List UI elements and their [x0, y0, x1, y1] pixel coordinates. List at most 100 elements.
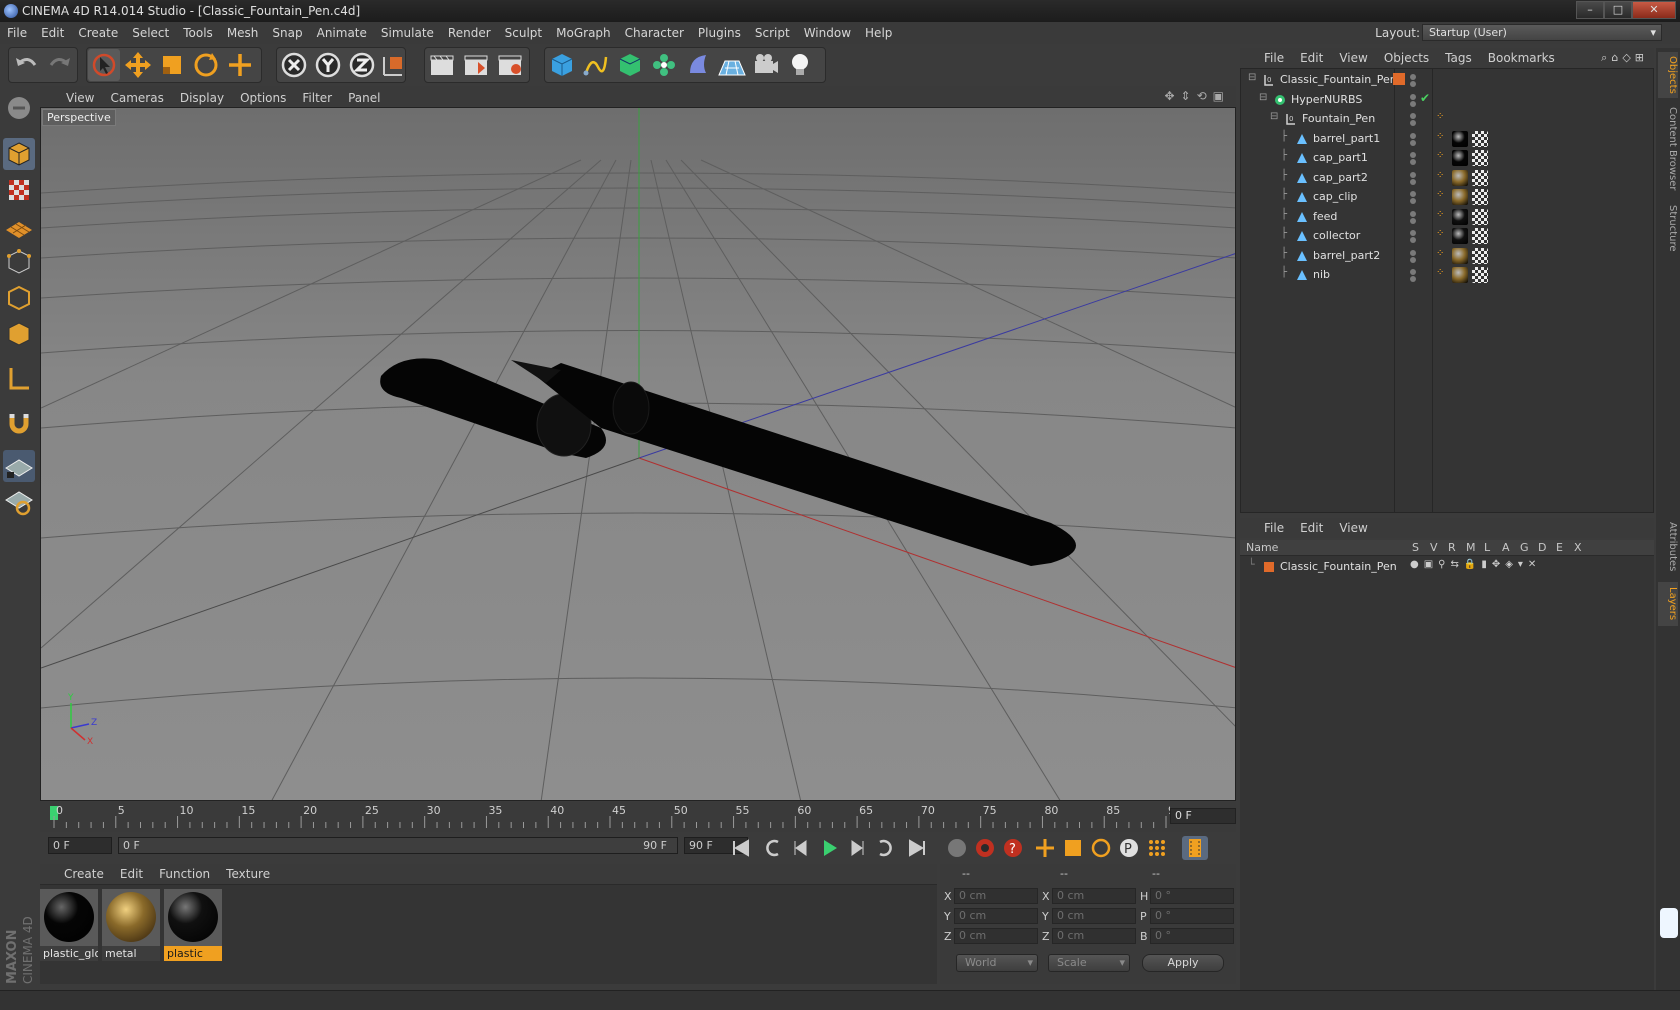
position-y-field[interactable]: 0 cm — [954, 908, 1038, 924]
material-tag-icon[interactable] — [1452, 267, 1468, 283]
add-light-button[interactable] — [784, 49, 816, 81]
previous-key-button[interactable] — [760, 836, 786, 860]
previous-frame-button[interactable] — [788, 836, 814, 860]
viewport-menu-view[interactable]: View — [58, 88, 102, 108]
menu-window[interactable]: Window — [797, 22, 858, 44]
layer-color-swatch[interactable] — [1264, 562, 1274, 572]
record-keys-button[interactable] — [944, 836, 970, 860]
editor-visibility-dot[interactable] — [1410, 132, 1416, 139]
minimize-button[interactable]: – — [1576, 1, 1604, 19]
editor-visibility-dot[interactable] — [1410, 93, 1416, 100]
object-menu-bookmarks[interactable]: Bookmarks — [1480, 48, 1563, 68]
coordinate-mode-select[interactable]: World ▾ — [956, 954, 1038, 972]
render-visibility-dot[interactable] — [1410, 217, 1416, 224]
editor-visibility-dot[interactable] — [1410, 230, 1416, 236]
object-row[interactable]: ⊟ 0 Fountain_Pen ⁘ — [1240, 109, 1652, 129]
menu-character[interactable]: Character — [618, 22, 691, 44]
size-y-field[interactable]: 0 cm — [1052, 908, 1136, 924]
axis-mode-button[interactable] — [3, 362, 35, 394]
close-button[interactable]: ✕ — [1632, 1, 1676, 19]
menu-create[interactable]: Create — [71, 22, 125, 44]
layer-menu-view[interactable]: View — [1331, 518, 1375, 538]
phong-tag-icon[interactable]: ⁘ — [1436, 228, 1444, 239]
uvw-tag-icon[interactable] — [1472, 189, 1488, 205]
snap-button[interactable] — [3, 406, 35, 438]
menu-snap[interactable]: Snap — [265, 22, 309, 44]
scale-tool-button[interactable] — [156, 49, 188, 81]
object-manager-search-icons[interactable]: ⌕⌂◇⊞ — [1601, 48, 1648, 68]
object-menu-edit[interactable]: Edit — [1292, 48, 1331, 68]
object-row[interactable]: ├ nib ⁘ — [1240, 265, 1652, 285]
tab-layers[interactable]: Layers — [1658, 582, 1678, 626]
autokey-button[interactable] — [972, 836, 998, 860]
uvw-tag-icon[interactable] — [1472, 169, 1488, 186]
keyframe-selection-button[interactable]: ? — [1000, 836, 1026, 860]
material-tag-icon[interactable] — [1452, 150, 1468, 166]
uvw-tag-icon[interactable] — [1472, 130, 1488, 147]
layer-color-swatch[interactable] — [1393, 73, 1405, 85]
object-row[interactable]: ├ collector ⁘ — [1240, 226, 1652, 246]
rotation-h-field[interactable]: 0 ° — [1150, 888, 1234, 904]
apply-button[interactable]: Apply — [1142, 954, 1224, 972]
material-tag-icon[interactable] — [1452, 247, 1468, 264]
viewport-menu-cameras[interactable]: Cameras — [102, 88, 171, 108]
lock-workplane-button[interactable] — [3, 450, 35, 482]
render-visibility-dot[interactable] — [1410, 81, 1416, 87]
live-selection-button[interactable] — [88, 49, 120, 81]
position-x-field[interactable]: 0 cm — [954, 888, 1038, 904]
next-frame-button[interactable] — [844, 836, 870, 860]
material-swatch-selected[interactable]: plastic — [164, 889, 222, 961]
phong-tag-icon[interactable]: ⁘ — [1436, 267, 1444, 278]
editor-visibility-dot[interactable] — [1410, 191, 1416, 197]
render-visibility-dot[interactable] — [1410, 139, 1416, 146]
layer-row[interactable]: └ Classic_Fountain_Pen ●▣⚲⇆🔒▮✥◈▾✕ — [1240, 558, 1654, 576]
menu-file[interactable]: File — [0, 22, 34, 44]
key-position-button[interactable] — [1032, 836, 1058, 860]
rotate-tool-button[interactable] — [190, 49, 222, 81]
play-button[interactable] — [816, 836, 842, 860]
tab-objects[interactable]: Objects — [1658, 52, 1678, 98]
material-menu-edit[interactable]: Edit — [112, 864, 151, 884]
rotation-p-field[interactable]: 0 ° — [1150, 908, 1234, 924]
layer-menu-file[interactable]: File — [1256, 518, 1292, 538]
render-visibility-dot[interactable] — [1410, 237, 1416, 243]
start-frame-field[interactable]: 0 F — [48, 837, 112, 854]
add-array-button[interactable] — [648, 49, 680, 81]
menu-plugins[interactable]: Plugins — [691, 22, 748, 44]
tab-structure[interactable]: Structure — [1658, 200, 1678, 256]
timeline-ruler[interactable]: 051015202530354045505560657075808590 — [40, 802, 1236, 832]
render-picture-viewer-button[interactable] — [460, 49, 492, 81]
material-tag-icon[interactable] — [1452, 228, 1468, 244]
workplane-mode-button[interactable] — [3, 210, 35, 242]
editor-visibility-dot[interactable] — [1410, 171, 1416, 178]
tab-content-browser[interactable]: Content Browser — [1658, 104, 1678, 194]
menu-simulate[interactable]: Simulate — [374, 22, 441, 44]
phong-tag-icon[interactable]: ⁘ — [1436, 170, 1444, 181]
add-nurbs-button[interactable] — [614, 49, 646, 81]
editor-visibility-dot[interactable] — [1410, 74, 1416, 80]
object-row[interactable]: ├ cap_clip ⁘ — [1240, 187, 1652, 207]
object-row[interactable]: ⊟ 0 Classic_Fountain_Pen — [1240, 70, 1652, 90]
add-cube-button[interactable] — [546, 49, 578, 81]
material-tag-icon[interactable] — [1452, 169, 1468, 186]
editor-visibility-dot[interactable] — [1410, 113, 1416, 119]
texture-mode-button[interactable] — [3, 174, 35, 206]
object-row[interactable]: ├ cap_part2 ⁘ — [1240, 168, 1652, 188]
material-swatch[interactable]: metal — [102, 889, 160, 961]
undo-button[interactable] — [10, 49, 42, 81]
add-floor-button[interactable] — [716, 49, 748, 81]
render-visibility-dot[interactable] — [1410, 100, 1416, 107]
render-visibility-dot[interactable] — [1410, 198, 1416, 204]
render-view-button[interactable] — [426, 49, 458, 81]
object-menu-view[interactable]: View — [1331, 48, 1375, 68]
uvw-tag-icon[interactable] — [1472, 267, 1488, 283]
size-z-field[interactable]: 0 cm — [1052, 928, 1136, 944]
phong-tag-icon[interactable]: ⁘ — [1436, 150, 1444, 161]
editor-visibility-dot[interactable] — [1410, 269, 1416, 275]
move-tool-button[interactable] — [122, 49, 154, 81]
coordinate-system-button[interactable] — [378, 49, 410, 81]
render-visibility-dot[interactable] — [1410, 178, 1416, 185]
material-swatch[interactable]: plastic_glo — [40, 889, 98, 961]
size-mode-select[interactable]: Scale ▾ — [1048, 954, 1130, 972]
maximize-button[interactable]: □ — [1604, 1, 1632, 19]
